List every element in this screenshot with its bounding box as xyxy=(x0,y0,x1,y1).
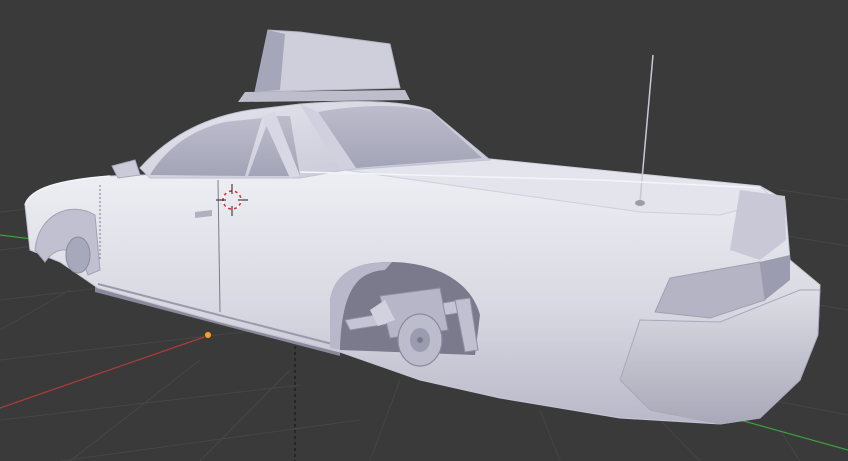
x-axis-line xyxy=(0,334,211,409)
3d-cursor-icon[interactable] xyxy=(216,184,248,216)
viewport-scene xyxy=(0,29,848,461)
car-mesh[interactable] xyxy=(24,29,821,425)
y-axis-line-right xyxy=(739,419,848,451)
roof-sign xyxy=(238,29,410,102)
3d-viewport[interactable] xyxy=(0,0,848,461)
object-origin-icon[interactable] xyxy=(204,331,212,339)
